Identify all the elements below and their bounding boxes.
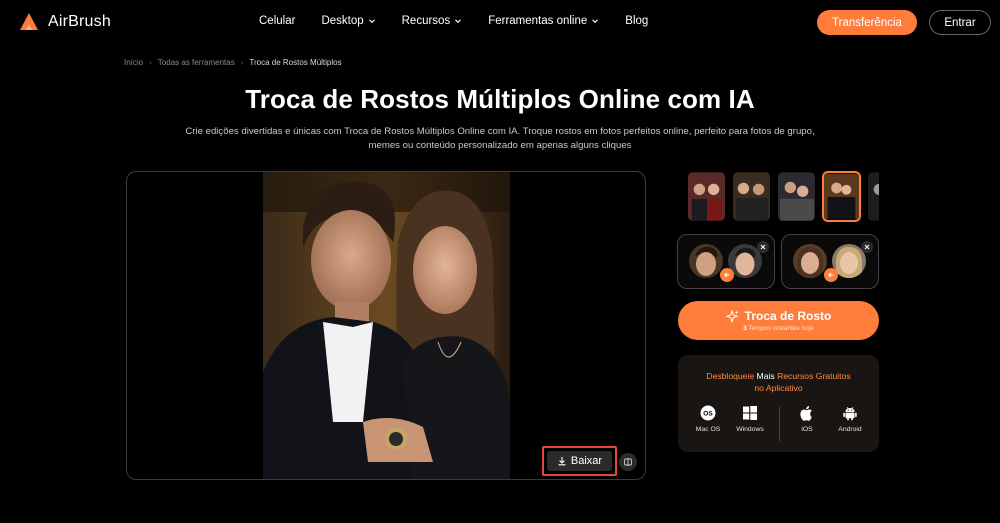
- nav-item-celular[interactable]: Celular: [259, 15, 295, 27]
- platform-ios[interactable]: iOS: [787, 405, 827, 433]
- breadcrumb-current: Troca de Rostos Múltiplos: [249, 58, 342, 67]
- app-promo-card: Desbloqueie Mais Recursos Gratuitos no A…: [678, 355, 879, 452]
- promo-title-line-1: Desbloqueie Mais Recursos Gratuitos: [678, 370, 879, 382]
- swap-arrow-icon: [824, 268, 838, 282]
- platform-label: Mac OS: [695, 426, 721, 433]
- promo-title-line-2: no Aplicativo: [754, 383, 803, 393]
- platform-macos[interactable]: OS Mac OS: [688, 405, 728, 433]
- result-canvas: Baixar: [126, 171, 646, 480]
- page-title: Troca de Rostos Múltiplos Online com IA: [245, 84, 755, 114]
- windows-icon: [743, 406, 757, 420]
- sparkle-icon: [725, 309, 739, 323]
- face-swap-button[interactable]: Troca de Rosto 3 Tempos restantes hoje: [678, 301, 879, 340]
- subtitle-line-2: memes ou conteúdo personalizado em apena…: [368, 140, 632, 151]
- platform-label: iOS: [801, 426, 813, 433]
- page-subtitle: Crie edições divertidas e únicas com Tro…: [150, 125, 850, 153]
- apple-icon: [800, 406, 812, 421]
- android-icon: [843, 406, 857, 421]
- platform-label: Android: [838, 426, 862, 433]
- chevron-down-icon: [592, 19, 599, 24]
- breadcrumb-separator-icon: ›: [240, 58, 244, 67]
- remaining-uses: 3 Tempos restantes hoje: [743, 325, 814, 332]
- nav-label: Celular: [259, 15, 296, 27]
- breadcrumb-separator-icon: ›: [149, 58, 152, 67]
- download-button-inner: Baixar: [547, 451, 612, 471]
- transfer-button[interactable]: Transferência: [817, 10, 917, 35]
- source-face: [793, 244, 827, 278]
- nav-item-blog[interactable]: Blog: [625, 15, 648, 27]
- promo-title: Desbloqueie Mais Recursos Gratuitos no A…: [678, 370, 879, 394]
- remove-pair-icon[interactable]: [861, 241, 873, 253]
- face-swap-label: Troca de Rosto: [744, 309, 832, 323]
- result-photo: [263, 172, 510, 479]
- promo-text: Desbloqueie: [706, 371, 757, 381]
- template-thumbnail[interactable]: [732, 171, 771, 222]
- svg-text:OS: OS: [703, 411, 713, 418]
- nav-item-desktop[interactable]: Desktop: [321, 15, 375, 27]
- template-thumbnail-selected[interactable]: [822, 171, 861, 222]
- remaining-count: 3: [743, 325, 747, 332]
- swap-arrow-icon: [720, 268, 734, 282]
- chevron-down-icon: [455, 19, 462, 24]
- nav-label: Recursos: [401, 15, 451, 27]
- nav-item-recursos[interactable]: Recursos: [402, 15, 463, 27]
- remaining-text: Tempos restantes hoje: [748, 325, 814, 332]
- main-menu: Celular Desktop Recursos Ferramentas onl…: [259, 15, 648, 27]
- face-swap-button-row: Troca de Rosto: [725, 309, 832, 323]
- top-nav: AirBrush Celular Desktop Recursos Ferram…: [0, 0, 1000, 44]
- template-thumbnail[interactable]: [777, 171, 816, 222]
- platform-windows[interactable]: Windows: [730, 405, 770, 433]
- nav-label: Desktop: [321, 15, 364, 27]
- template-strip: [687, 171, 879, 222]
- face-pair-card[interactable]: [781, 234, 879, 289]
- breadcrumb-home[interactable]: Início: [124, 58, 143, 67]
- promo-highlight: Mais: [756, 371, 775, 381]
- subtitle-line-1: Crie edições divertidas e únicas com Tro…: [185, 126, 815, 137]
- chevron-down-icon: [368, 19, 375, 24]
- brand-name: AirBrush: [48, 13, 111, 30]
- template-thumbnail[interactable]: [687, 171, 726, 222]
- compare-button[interactable]: [619, 453, 637, 471]
- nav-label: Blog: [625, 15, 649, 27]
- download-icon: [558, 457, 566, 466]
- nav-item-ferramentas[interactable]: Ferramentas online: [488, 15, 599, 27]
- compare-icon: [624, 458, 632, 466]
- promo-text: Recursos Gratuitos: [774, 371, 851, 381]
- download-label: Baixar: [570, 455, 603, 467]
- source-face: [689, 244, 723, 278]
- macos-icon: OS: [700, 405, 716, 421]
- platform-label: Windows: [736, 426, 764, 433]
- platform-divider: [779, 407, 780, 441]
- nav-label: Ferramentas online: [488, 15, 588, 27]
- face-pair-card[interactable]: [677, 234, 775, 289]
- platform-android[interactable]: Android: [830, 405, 870, 433]
- download-button[interactable]: Baixar: [542, 446, 617, 476]
- breadcrumb: Início › Todas as ferramentas › Troca de…: [124, 58, 342, 67]
- template-thumbnail[interactable]: [867, 171, 879, 222]
- remove-pair-icon[interactable]: [757, 241, 769, 253]
- breadcrumb-all-tools[interactable]: Todas as ferramentas: [158, 58, 235, 67]
- platform-list: OS Mac OS Windows iOS Android: [678, 405, 879, 445]
- brand-logo[interactable]: AirBrush: [18, 11, 111, 33]
- login-button[interactable]: Entrar: [929, 10, 991, 35]
- airbrush-logo-icon: [20, 13, 38, 30]
